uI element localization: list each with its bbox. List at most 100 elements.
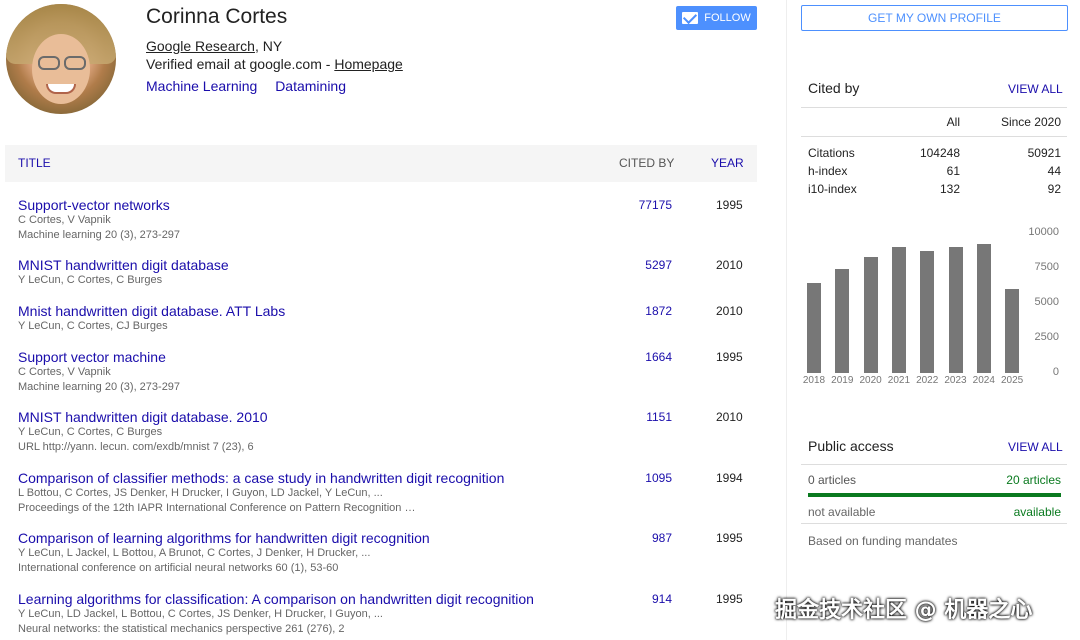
stat-label: i10-index (808, 182, 857, 196)
stat-all: 132 (939, 182, 960, 196)
paper-year: 2010 (716, 410, 743, 424)
divider (801, 107, 1067, 108)
col-all: All (946, 115, 960, 129)
paper-year: 1995 (716, 350, 743, 364)
cited-count[interactable]: 1664 (618, 350, 672, 364)
follow-button[interactable]: FOLLOW (676, 6, 757, 30)
watermark: 掘金技术社区 @ 机器之心 (775, 598, 1033, 623)
profile-photo (6, 4, 116, 114)
paper-year: 2010 (716, 258, 743, 272)
email-text: Verified email at google.com - (146, 56, 335, 72)
public-access-title: Public access (808, 438, 894, 454)
chart-bar-2020[interactable] (863, 256, 878, 373)
envelope-icon (682, 12, 699, 24)
affiliation-suffix: , NY (254, 38, 283, 54)
y-tick-label: 5000 (1034, 296, 1059, 308)
paper-authors: Y LeCun, L Jackel, L Bottou, A Brunot, C… (18, 547, 371, 559)
interests: Machine Learning Datamining (146, 78, 360, 94)
paper-venue: URL http://yann. lecun. com/exdb/mnist 7… (18, 441, 254, 453)
stat-label: h-index (808, 164, 848, 178)
not-available-label: not available (808, 505, 876, 519)
x-tick-label: 2019 (831, 375, 854, 386)
affiliation: Google Research, NY (146, 38, 282, 54)
col-since: Since 2020 (1000, 115, 1061, 129)
chart-bar-2021[interactable] (891, 247, 906, 373)
cited-by-title: Cited by (808, 80, 860, 96)
sidebar: GET MY OWN PROFILE Cited by VIEW ALL All… (786, 0, 1080, 640)
table-row: MNIST handwritten digit database. 2010 Y… (18, 409, 758, 455)
interest-machine-learning[interactable]: Machine Learning (146, 78, 257, 94)
paper-authors: Y LeCun, C Cortes, C Burges (18, 426, 163, 438)
table-header: TITLE CITED BY YEAR (5, 145, 757, 182)
stat-all: 104248 (919, 146, 960, 160)
chart-bar-2024[interactable] (976, 244, 991, 373)
homepage-link[interactable]: Homepage (334, 56, 403, 72)
cited-count[interactable]: 1095 (618, 471, 672, 485)
available-label: available (1013, 505, 1061, 519)
verified-email: Verified email at google.com - Homepage (146, 56, 403, 72)
cited-count[interactable]: 5297 (618, 258, 672, 272)
citations-chart: 2018 2019 2020 2021 2022 2023 2024 2025 10000 750… (801, 225, 1071, 390)
y-tick-label: 10000 (1028, 226, 1059, 238)
divider (801, 464, 1067, 465)
table-row: Support vector machine C Cortes, V Vapni… (18, 349, 758, 395)
public-access-view-all[interactable]: VIEW ALL (1008, 440, 1063, 454)
paper-authors: Y LeCun, LD Jackel, L Bottou, C Cortes, … (18, 608, 383, 620)
cited-count[interactable]: 1872 (618, 304, 672, 318)
available-count[interactable]: 20 articles (957, 473, 1061, 487)
table-row: Support-vector networks C Cortes, V Vapn… (18, 197, 758, 243)
profile-name: Corinna Cortes (146, 5, 288, 28)
cited-count[interactable]: 1151 (618, 410, 672, 424)
not-available-count[interactable]: 0 articles (808, 473, 856, 487)
divider (801, 136, 1067, 137)
stat-since: 50921 (1027, 146, 1061, 160)
chart-bar-2018[interactable] (807, 283, 821, 373)
y-tick-label: 0 (1052, 366, 1059, 378)
table-row: Comparison of classifier methods: a case… (18, 470, 758, 516)
cited-count[interactable]: 987 (618, 531, 672, 545)
chart-bar-2022[interactable] (920, 251, 935, 373)
public-access-bar (808, 493, 1061, 497)
paper-year: 1994 (716, 471, 743, 485)
stat-label: Citations (808, 146, 855, 160)
paper-authors: L Bottou, C Cortes, JS Denker, H Drucker… (18, 487, 383, 499)
sort-year[interactable]: YEAR (711, 156, 744, 170)
paper-year: 1995 (716, 531, 743, 545)
affiliation-link[interactable]: Google Research (146, 38, 255, 54)
paper-venue: International conference on artificial n… (18, 562, 339, 574)
paper-authors: Y LeCun, C Cortes, C Burges (18, 274, 163, 286)
x-tick-label: 2018 (802, 375, 826, 386)
divider (801, 523, 1067, 524)
y-tick-label: 2500 (1034, 331, 1059, 343)
follow-label: FOLLOW (704, 12, 751, 24)
x-tick-label: 2024 (972, 375, 995, 386)
paper-year: 1995 (716, 592, 743, 606)
sort-title[interactable]: TITLE (18, 156, 51, 170)
cited-count[interactable]: 914 (618, 592, 672, 606)
y-tick-label: 7500 (1034, 261, 1059, 273)
cited-by-view-all[interactable]: VIEW ALL (1008, 82, 1063, 96)
x-tick-label: 2021 (887, 375, 911, 386)
x-tick-label: 2022 (916, 375, 939, 386)
paper-authors: C Cortes, V Vapnik (18, 214, 111, 226)
sort-cited-by[interactable]: CITED BY (619, 156, 674, 170)
x-tick-label: 2023 (944, 375, 967, 386)
stat-since: 92 (1047, 182, 1061, 196)
table-row: Mnist handwritten digit database. ATT La… (18, 303, 758, 334)
paper-authors: Y LeCun, C Cortes, CJ Burges (18, 320, 168, 332)
paper-authors: C Cortes, V Vapnik (18, 366, 111, 378)
get-my-own-profile-button[interactable]: GET MY OWN PROFILE (801, 5, 1068, 31)
paper-year: 1995 (716, 198, 743, 212)
table-row: Comparison of learning algorithms for ha… (18, 530, 758, 576)
chart-bar-2019[interactable] (835, 269, 850, 373)
funding-note: Based on funding mandates (808, 534, 958, 548)
table-row: MNIST handwritten digit database Y LeCun… (18, 257, 758, 288)
table-row: Learning algorithms for classification: … (18, 591, 758, 637)
chart-bar-2023[interactable] (948, 247, 963, 373)
paper-venue: Neural networks: the statistical mechani… (18, 623, 345, 635)
paper-year: 2010 (716, 304, 743, 318)
cited-count[interactable]: 77175 (618, 198, 672, 212)
chart-bar-2025[interactable] (1005, 289, 1020, 373)
paper-venue: Machine learning 20 (3), 273-297 (18, 381, 181, 393)
interest-datamining[interactable]: Datamining (275, 78, 346, 94)
